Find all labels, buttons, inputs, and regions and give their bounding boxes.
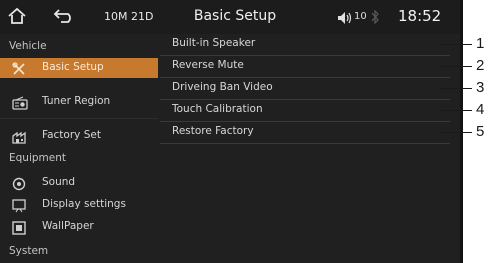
option-label: Reverse Mute — [172, 59, 244, 71]
sidebar-item-label: Display settings — [42, 198, 126, 210]
sidebar-item-label: Tuner Region — [42, 95, 111, 107]
callout-number-4: 4 — [476, 101, 485, 118]
sidebar: Vehicle Basic Setup Tuner Region Factory… — [0, 34, 158, 263]
wallpaper-icon — [12, 220, 26, 239]
date-display: 10M 21D — [104, 10, 154, 23]
option-built-in-speaker[interactable]: Built-in Speaker — [160, 34, 450, 56]
option-label: Driveing Ban Video — [172, 81, 273, 93]
back-arrow-icon[interactable] — [52, 8, 74, 28]
callout-number-2: 2 — [476, 57, 485, 74]
option-touch-calibration[interactable]: Touch Calibration — [160, 100, 450, 122]
page-title: Basic Setup — [193, 8, 277, 24]
factory-icon — [12, 129, 28, 148]
sidebar-item-tuner-region[interactable]: Tuner Region — [0, 92, 158, 112]
section-label-system: System — [9, 245, 49, 257]
option-restore-factory[interactable]: Restore Factory — [160, 122, 450, 144]
divider — [160, 143, 450, 144]
sidebar-item-factory-set[interactable]: Factory Set — [0, 126, 158, 146]
sidebar-item-display-settings[interactable]: Display settings — [0, 195, 158, 215]
option-reverse-mute[interactable]: Reverse Mute — [160, 56, 450, 78]
sidebar-item-label: WallPaper — [42, 220, 94, 232]
clock: 18:52 — [398, 7, 442, 25]
callout-number-3: 3 — [476, 79, 485, 96]
bluetooth-icon — [370, 9, 380, 29]
option-driving-ban-video[interactable]: Driveing Ban Video — [160, 78, 450, 100]
head-unit-screen: 10M 21D Basic Setup 10 18:52 Vehicle Bas… — [0, 0, 463, 263]
section-label-equipment: Equipment — [9, 152, 66, 164]
option-label: Restore Factory — [172, 125, 254, 137]
callout-line-2 — [440, 66, 472, 67]
callout-number-1: 1 — [476, 35, 485, 52]
sidebar-item-label: Sound — [42, 176, 76, 188]
divider — [0, 118, 158, 119]
callout-number-5: 5 — [476, 123, 485, 140]
callout-line-3 — [440, 88, 472, 89]
callout-line-1 — [440, 44, 472, 45]
settings-options-list: Built-in Speaker Reverse Mute Driveing B… — [160, 34, 460, 263]
wrench-screwdriver-icon — [12, 61, 26, 80]
display-icon — [12, 198, 26, 217]
sound-icon — [12, 176, 26, 195]
sidebar-item-wallpaper[interactable]: WallPaper — [0, 217, 158, 237]
callout-line-5 — [440, 132, 472, 133]
volume-level: 10 — [354, 11, 367, 22]
radio-icon — [12, 95, 28, 114]
home-icon[interactable] — [7, 7, 27, 29]
option-label: Touch Calibration — [172, 103, 263, 115]
status-bar: 10M 21D Basic Setup 10 18:52 — [0, 0, 460, 34]
option-label: Built-in Speaker — [172, 37, 256, 49]
sidebar-item-label: Basic Setup — [42, 61, 104, 73]
callout-line-4 — [440, 110, 472, 111]
section-label-vehicle: Vehicle — [9, 40, 47, 52]
speaker-icon[interactable] — [337, 10, 353, 29]
sidebar-item-label: Factory Set — [42, 129, 101, 141]
sidebar-item-basic-setup[interactable]: Basic Setup — [0, 58, 158, 78]
sidebar-item-sound[interactable]: Sound — [0, 173, 158, 193]
